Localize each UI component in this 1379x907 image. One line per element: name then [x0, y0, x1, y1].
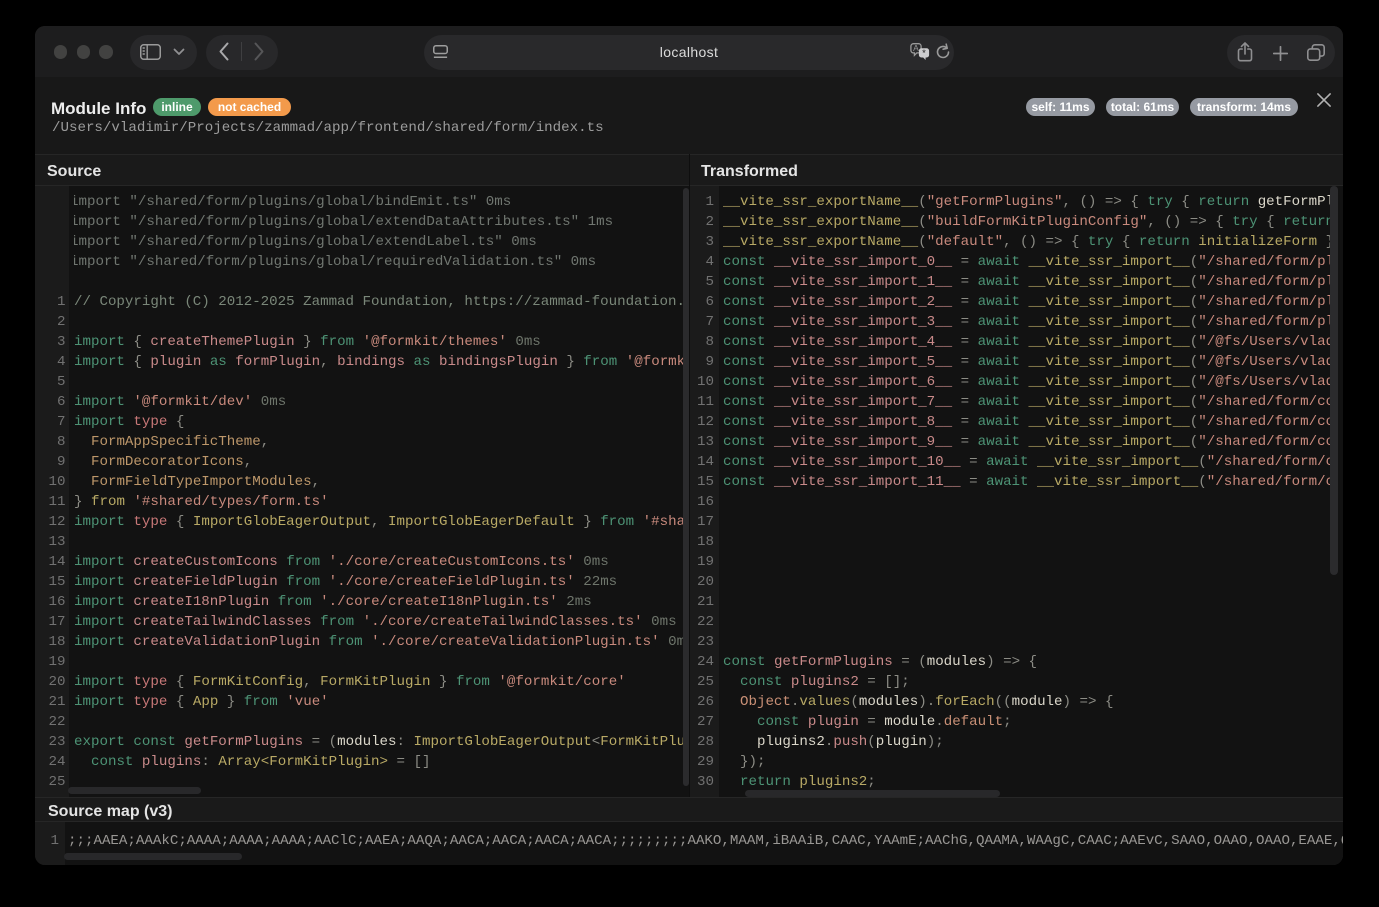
svg-text:*: *	[922, 48, 926, 59]
svg-text:A: A	[913, 43, 919, 53]
